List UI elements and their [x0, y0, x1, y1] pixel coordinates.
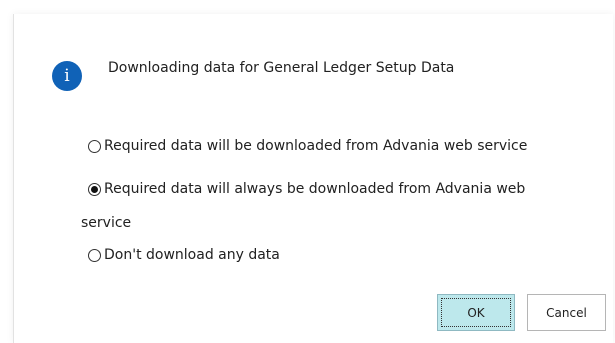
- cancel-button-label: Cancel: [546, 305, 587, 320]
- option-label: Required data will always be downloaded …: [104, 181, 526, 197]
- option-label: Don't download any data: [104, 247, 280, 263]
- option-dont-download[interactable]: Don't download any data: [88, 247, 280, 263]
- download-setup-dialog: i Downloading data for General Ledger Se…: [13, 14, 613, 343]
- option-label-continued: service: [81, 215, 132, 231]
- radio-button-selected[interactable]: [88, 182, 101, 196]
- ok-button[interactable]: OK: [437, 294, 515, 331]
- focus-ring: [441, 298, 511, 327]
- info-icon: i: [52, 61, 82, 91]
- option-label: Required data will be downloaded from Ad…: [104, 138, 528, 154]
- option-download-from-web-service[interactable]: Required data will be downloaded from Ad…: [88, 138, 527, 154]
- cancel-button[interactable]: Cancel: [527, 294, 606, 331]
- radio-button[interactable]: [88, 248, 101, 262]
- option-always-download-from-web-service[interactable]: Required data will always be downloaded …: [88, 181, 525, 197]
- radio-button[interactable]: [88, 139, 101, 153]
- dialog-message: Downloading data for General Ledger Setu…: [108, 60, 455, 76]
